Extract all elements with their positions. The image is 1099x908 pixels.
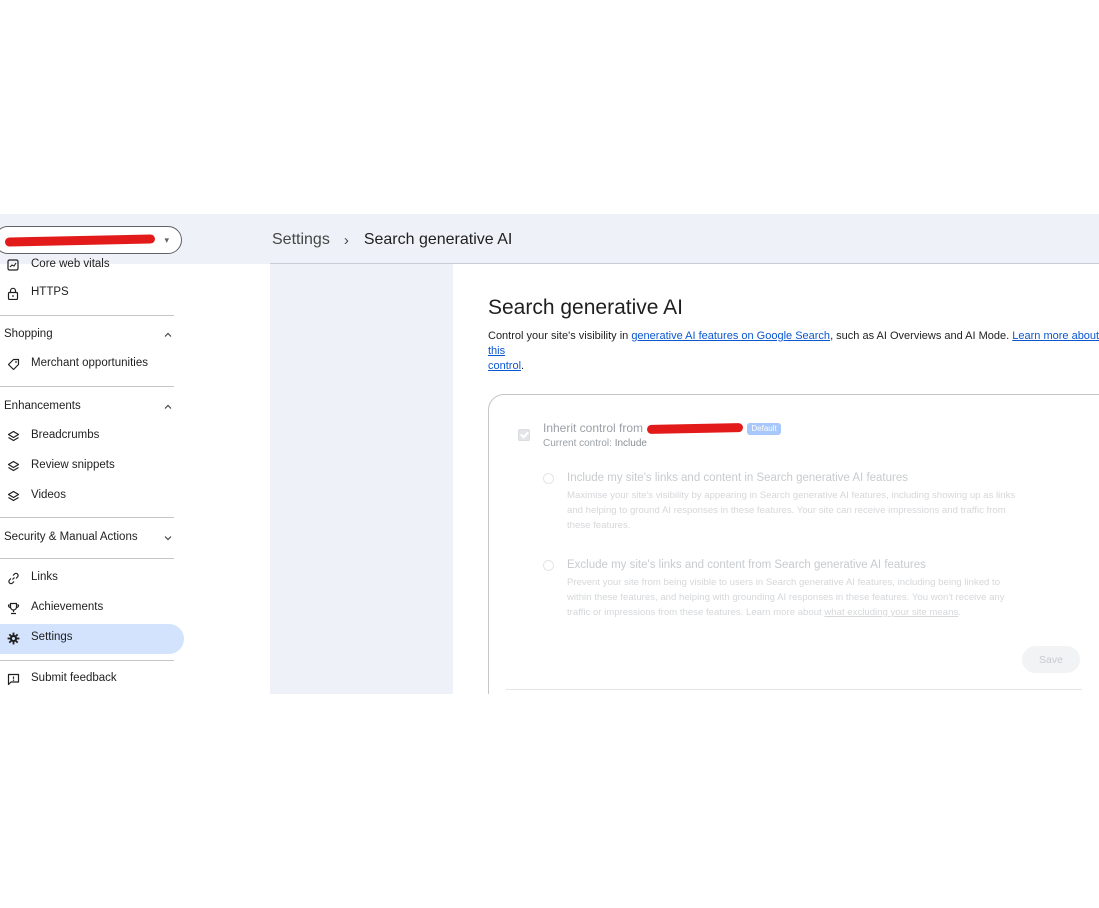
description-text: . bbox=[521, 360, 525, 372]
sidebar-item-https[interactable]: HTTPS bbox=[0, 280, 170, 306]
chevron-down-icon: ▾ bbox=[164, 235, 169, 245]
generative-ai-features-link[interactable]: generative AI features on Google Search bbox=[631, 330, 830, 342]
learn-more-link-continued[interactable]: control bbox=[488, 360, 521, 372]
page-description: Control your site's visibility in genera… bbox=[488, 329, 1099, 374]
sidebar-item-core-web-vitals[interactable]: Core web vitals bbox=[0, 252, 170, 278]
link-icon bbox=[6, 571, 20, 585]
current-control: Current control: Include bbox=[543, 438, 647, 449]
default-badge: Default bbox=[747, 422, 781, 435]
sidebar-item-submit-feedback[interactable]: Submit feedback bbox=[0, 666, 170, 692]
sidebar-divider bbox=[0, 660, 174, 661]
sidebar-item-videos[interactable]: Videos bbox=[0, 483, 170, 509]
include-option-title: Include my site's links and content in S… bbox=[567, 472, 908, 484]
page-title: Search generative AI bbox=[488, 296, 683, 319]
sidebar: Core web vitals HTTPS Shopping Merchant … bbox=[0, 258, 270, 694]
property-selector[interactable]: ▾ bbox=[0, 226, 182, 254]
breadcrumb-separator-icon: › bbox=[343, 231, 349, 249]
sidebar-item-links[interactable]: Links bbox=[0, 565, 170, 591]
section-header-shopping[interactable]: Shopping bbox=[4, 328, 176, 348]
include-desc-line: Maximise your site's visibility by appea… bbox=[567, 490, 1016, 501]
redacted-property-name bbox=[4, 234, 156, 247]
description-text: , such as AI Overviews and AI Mode. bbox=[830, 330, 1013, 342]
sidebar-item-label: Core web vitals bbox=[31, 258, 110, 270]
chevron-up-icon bbox=[164, 404, 172, 409]
section-header-label: Security & Manual Actions bbox=[4, 531, 138, 543]
sidebar-item-label: HTTPS bbox=[31, 286, 69, 298]
side-panel-background bbox=[270, 264, 453, 694]
sidebar-item-label: Breadcrumbs bbox=[31, 429, 100, 441]
sidebar-item-label: Videos bbox=[31, 489, 66, 501]
feedback-icon bbox=[6, 672, 20, 686]
card-divider bbox=[506, 689, 1082, 690]
inherit-label-text: Inherit control from bbox=[543, 421, 644, 435]
exclude-desc-text: traffic or impressions from these featur… bbox=[567, 607, 825, 618]
control-card: Inherit control from Default Current con… bbox=[488, 394, 1099, 694]
exclude-desc-line: traffic or impressions from these featur… bbox=[567, 605, 1067, 620]
section-header-label: Shopping bbox=[4, 328, 53, 340]
include-radio[interactable] bbox=[543, 473, 554, 484]
include-desc-line: these features. bbox=[567, 520, 631, 531]
current-control-value: Include bbox=[614, 438, 647, 449]
exclude-radio[interactable] bbox=[543, 560, 554, 571]
chevron-up-icon bbox=[164, 332, 172, 337]
main-content: Search generative AI Control your site's… bbox=[453, 264, 1099, 694]
sidebar-item-breadcrumbs[interactable]: Breadcrumbs bbox=[0, 423, 170, 449]
breadcrumb-settings[interactable]: Settings bbox=[272, 231, 330, 249]
sidebar-item-label: Merchant opportunities bbox=[31, 357, 148, 369]
layers-icon bbox=[6, 489, 20, 503]
description-text: Control your site's visibility in bbox=[488, 330, 632, 342]
layers-icon bbox=[6, 429, 20, 443]
sidebar-item-label: Achievements bbox=[31, 601, 104, 613]
include-option-description: Maximise your site's visibility by appea… bbox=[567, 488, 1067, 533]
section-header-security[interactable]: Security & Manual Actions bbox=[4, 531, 176, 551]
lock-icon bbox=[6, 286, 20, 300]
section-header-label: Enhancements bbox=[4, 400, 81, 412]
tag-icon bbox=[6, 357, 20, 371]
exclude-desc-line: Prevent your site from being visible to … bbox=[567, 577, 1001, 588]
section-header-enhancements[interactable]: Enhancements bbox=[4, 400, 176, 420]
exclude-desc-text: . bbox=[958, 607, 961, 618]
layers-icon bbox=[6, 459, 20, 473]
sidebar-item-settings[interactable]: Settings bbox=[0, 625, 184, 651]
inherit-control-label: Inherit control from Default bbox=[543, 421, 781, 435]
what-excluding-means-link[interactable]: what excluding your site means bbox=[824, 607, 958, 618]
exclude-desc-line: within these features, and helping with … bbox=[567, 592, 1005, 603]
breadcrumb-current: Search generative AI bbox=[363, 231, 513, 248]
sidebar-item-label: Review snippets bbox=[31, 459, 115, 471]
inherit-control-checkbox[interactable] bbox=[518, 429, 530, 441]
breadcrumb: Settings › Search generative AI bbox=[272, 231, 512, 249]
save-button[interactable]: Save bbox=[1022, 646, 1080, 673]
include-desc-line: and helping to ground AI responses in th… bbox=[567, 505, 1006, 516]
sidebar-divider bbox=[0, 386, 174, 387]
core-web-vitals-icon bbox=[6, 258, 20, 272]
exclude-option-description: Prevent your site from being visible to … bbox=[567, 575, 1067, 620]
sidebar-item-label: Submit feedback bbox=[31, 672, 117, 684]
screenshot-region: ▾ Settings › Search generative AI Core w… bbox=[0, 214, 1099, 694]
exclude-option-title: Exclude my site's links and content from… bbox=[567, 559, 926, 571]
sidebar-divider bbox=[0, 315, 174, 316]
sidebar-item-review-snippets[interactable]: Review snippets bbox=[0, 453, 170, 479]
gear-icon bbox=[6, 631, 20, 645]
sidebar-item-achievements[interactable]: Achievements bbox=[0, 595, 170, 621]
redacted-domain bbox=[647, 423, 744, 435]
sidebar-item-merchant-opportunities[interactable]: Merchant opportunities bbox=[0, 351, 170, 377]
sidebar-item-label: Settings bbox=[31, 631, 73, 643]
chevron-down-icon bbox=[164, 536, 172, 541]
sidebar-divider bbox=[0, 517, 174, 518]
current-control-label: Current control: bbox=[543, 438, 612, 449]
trophy-icon bbox=[6, 601, 20, 615]
sidebar-item-label: Links bbox=[31, 571, 58, 583]
sidebar-divider bbox=[0, 558, 174, 559]
